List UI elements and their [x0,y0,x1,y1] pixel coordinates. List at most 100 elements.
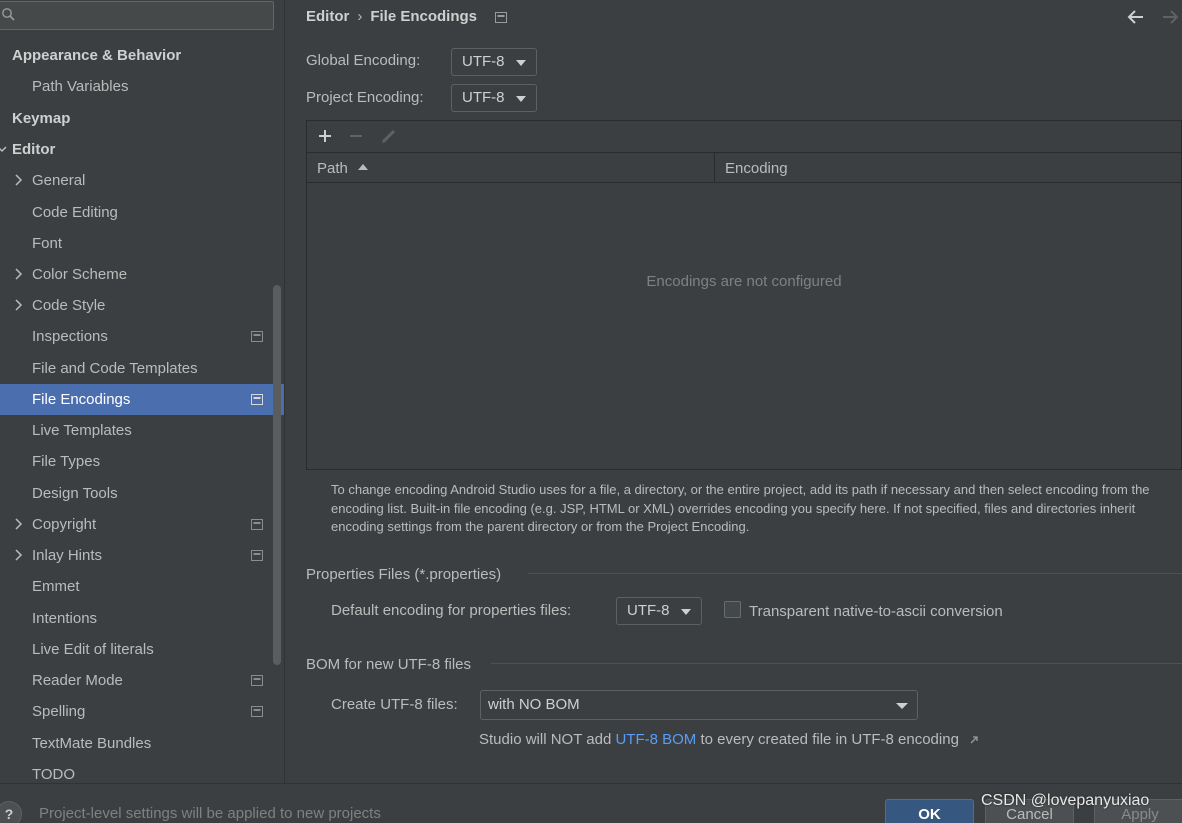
sidebar-item-copyright[interactable]: Copyright [0,509,284,540]
sidebar-item-path-variables[interactable]: Path Variables [0,71,284,102]
back-arrow-icon[interactable] [1126,8,1146,26]
sidebar-item-live-templates[interactable]: Live Templates [0,415,284,446]
bom-select-value: with NO BOM [488,696,580,713]
sidebar-item-label: Live Edit of literals [32,641,154,658]
settings-sidebar: Appearance & Behavior Path Variables Keyma… [0,0,285,783]
sidebar-item-intentions[interactable]: Intentions [0,603,284,634]
sidebar-item-label: Font [32,235,63,252]
sidebar-item-label: Emmet [32,578,80,595]
sidebar-item-label: Inspections [32,328,108,345]
column-path-label: Path [317,160,348,177]
utf8-bom-link[interactable]: UTF-8 BOM [615,731,696,748]
table-toolbar [307,121,1181,152]
sidebar-item-color-scheme[interactable]: Color Scheme [0,259,284,290]
sidebar-item-label: Reader Mode [32,672,123,689]
sidebar-item-file-and-code-templates[interactable]: File and Code Templates [0,353,284,384]
sidebar-item-keymap[interactable]: Keymap [0,103,284,134]
sidebar-item-label: Code Style [32,297,106,314]
project-scope-icon [251,706,263,717]
sidebar-item-label: Spelling [32,703,86,720]
sidebar-item-label: Editor [12,141,56,158]
chevron-down-icon [896,703,908,709]
section-divider [528,573,1182,574]
project-scope-icon [251,550,263,561]
ok-button[interactable]: OK [885,799,974,823]
sidebar-item-emmet[interactable]: Emmet [0,571,284,602]
chevron-right-icon[interactable] [13,174,25,186]
sidebar-item-reader-mode[interactable]: Reader Mode [0,665,284,696]
breadcrumb-parent[interactable]: Editor [306,8,349,25]
add-icon[interactable] [316,127,334,145]
chevron-right-icon[interactable] [13,299,25,311]
chevron-down-icon [516,60,526,66]
sidebar-item-label: File Types [32,453,101,470]
sidebar-item-label: Live Templates [32,422,132,439]
sidebar-item-label: Color Scheme [32,266,128,283]
chevron-right-icon[interactable] [13,518,25,530]
external-link-icon [970,736,978,744]
project-encoding-select[interactable]: UTF-8 [451,84,537,112]
sidebar-item-label: TextMate Bundles [32,735,152,752]
sidebar-item-font[interactable]: Font [0,228,284,259]
chevron-right-icon[interactable] [13,268,25,280]
sidebar-item-inspections[interactable]: Inspections [0,321,284,352]
chevron-right-icon[interactable] [13,549,25,561]
sidebar-item-label: Design Tools [32,485,118,502]
column-header-encoding[interactable]: Encoding [715,153,1181,184]
sidebar-scrollbar[interactable] [273,285,281,665]
sidebar-item-inlay-hints[interactable]: Inlay Hints [0,540,284,571]
remove-icon[interactable] [347,127,365,145]
edit-icon[interactable] [380,127,398,145]
sidebar-item-general[interactable]: General [0,165,284,196]
properties-section-title: Properties Files (*.properties) [306,566,502,583]
project-scope-icon [251,675,263,686]
sidebar-item-design-tools[interactable]: Design Tools [0,478,284,509]
project-scope-icon [495,11,508,23]
settings-content: Editor › File Encodings Global Encoding: U… [286,0,1182,783]
watermark: CSDN @lovepanyuxiao [981,792,1150,809]
transparent-conversion-label[interactable]: Transparent native-to-ascii conversion [749,603,1003,620]
sidebar-item-live-edit-of-literals[interactable]: Live Edit of literals [0,634,284,665]
column-encoding-label: Encoding [725,160,788,177]
create-utf8-label: Create UTF-8 files: [331,696,458,713]
bom-note: Studio will NOT add UTF-8 BOM to every c… [479,731,979,748]
bom-note-suffix: to every created file in UTF-8 encoding [696,731,959,748]
sidebar-item-todo[interactable]: TODO [0,759,284,783]
sidebar-item-label: Appearance & Behavior [12,47,182,64]
search-input[interactable] [0,1,274,30]
global-encoding-select[interactable]: UTF-8 [451,48,537,76]
table-header: Path Encoding [307,152,1181,184]
sidebar-item-label: Path Variables [32,78,129,95]
global-encoding-label: Global Encoding: [306,52,421,69]
table-body[interactable]: Encodings are not configured [307,183,1181,469]
sidebar-item-spelling[interactable]: Spelling [0,696,284,727]
bom-section-title: BOM for new UTF-8 files [306,656,472,673]
help-button[interactable]: ? [0,801,22,823]
sidebar-item-file-encodings[interactable]: File Encodings [0,384,284,415]
properties-encoding-label: Default encoding for properties files: [331,602,572,619]
breadcrumb-current: File Encodings [370,8,478,25]
search-icon [2,8,15,21]
encoding-help-text: To change encoding Android Studio uses f… [331,482,1150,534]
transparent-conversion-checkbox[interactable] [724,601,741,618]
properties-encoding-select[interactable]: UTF-8 [616,597,702,625]
sidebar-item-label: Intentions [32,610,98,627]
forward-arrow-icon[interactable] [1160,8,1180,26]
section-divider [491,663,1182,664]
sidebar-item-code-editing[interactable]: Code Editing [0,197,284,228]
sidebar-item-textmate-bundles[interactable]: TextMate Bundles [0,728,284,759]
bom-note-prefix: Studio will NOT add [479,731,616,748]
project-encoding-value: UTF-8 [462,89,505,106]
column-header-path[interactable]: Path [307,153,715,184]
chevron-down-icon[interactable] [0,144,7,154]
sidebar-item-label: Keymap [12,110,71,127]
project-level-message: Project-level settings will be applied t… [39,805,381,822]
sidebar-item-code-style[interactable]: Code Style [0,290,284,321]
sidebar-item-file-types[interactable]: File Types [0,446,284,477]
breadcrumb-separator: › [357,8,363,25]
chevron-down-icon [681,609,691,615]
bom-select[interactable]: with NO BOM [480,690,918,720]
sidebar-item-editor[interactable]: Editor [0,134,284,165]
sidebar-item-label: General [32,172,86,189]
sidebar-item-appearance-behavior[interactable]: Appearance & Behavior [0,40,284,71]
